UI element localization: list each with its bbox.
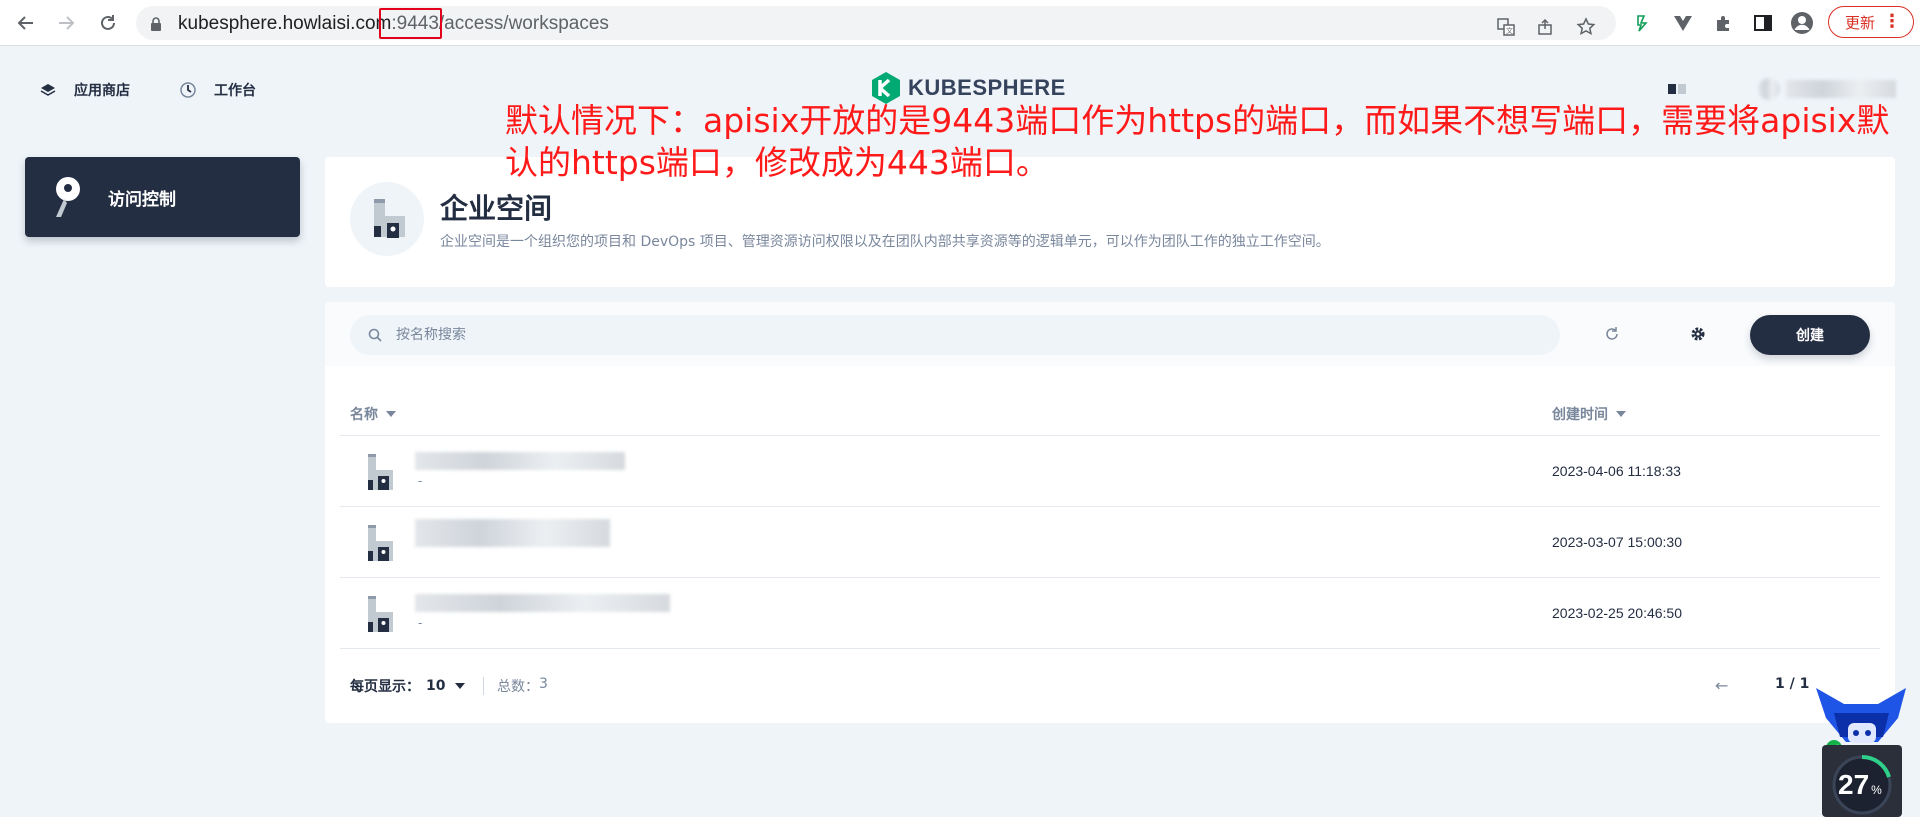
percent-value: 27 [1838,769,1870,800]
page-size-label: 每页显示： [350,679,420,695]
search-box[interactable] [350,315,1560,355]
total-count: 总数： 3 [497,676,548,696]
avatar[interactable] [1758,78,1780,100]
total-value: 3 [539,676,548,692]
sort-caret-icon[interactable] [386,411,396,417]
page-size-value[interactable]: 10 [426,678,445,694]
forward-button[interactable] [54,11,78,35]
search-input[interactable] [396,327,1496,343]
create-button[interactable]: 创建 [1750,315,1870,355]
nav-app-store-label: 应用商店 [74,83,130,99]
created-time: 2023-04-06 11:18:33 [1552,463,1681,479]
total-label: 总数： [497,679,539,695]
workspace-icon [368,454,393,490]
column-name-label: 名称 [350,407,378,423]
extension-vue-icon[interactable] [1671,11,1695,35]
percent-unit: % [1871,783,1882,797]
prev-page-button[interactable]: ← [1715,676,1728,695]
refresh-icon[interactable] [1601,323,1623,345]
page-title: 企业空间 [440,192,553,225]
table-toolbar: 创建 [325,302,1895,366]
workspace-name-blurred[interactable] [415,452,625,470]
key-icon [50,175,86,219]
workspace-name-blurred[interactable] [415,519,610,547]
workspace-icon [350,182,424,256]
created-time: 2023-03-07 15:00:30 [1552,534,1682,550]
annotation-text: 默认情况下：apisix开放的是9443端口作为https的端口，而如果不想写端… [505,101,1890,182]
reload-button[interactable] [96,11,120,35]
update-label: 更新 [1845,13,1876,32]
workspace-icon [368,596,393,632]
back-button[interactable] [14,11,38,35]
username-blurred[interactable] [1786,80,1896,98]
side-panel-icon[interactable] [1751,11,1775,35]
table-row[interactable]: - 2023-04-06 11:18:33 [340,436,1880,507]
search-icon [368,328,382,342]
nav-workbench[interactable]: 工作台 [180,80,256,100]
notification-icon[interactable] [1668,82,1688,96]
reload-icon [101,15,115,30]
created-time: 2023-02-25 20:46:50 [1552,605,1682,621]
workspace-icon [368,525,393,561]
profile-avatar-icon[interactable] [1790,11,1814,35]
table-row[interactable]: - 2023-02-25 20:46:50 [340,578,1880,649]
column-created-time-label: 创建时间 [1552,407,1608,423]
pagination-bar: 每页显示： 10 总数： 3 ← 1 / 1 [325,652,1895,723]
share-icon[interactable] [1534,15,1558,39]
url-host: kubesphere.howlaisi.com [178,13,392,34]
sort-caret-icon[interactable] [1616,411,1626,417]
url-path: /access/workspaces [438,13,609,34]
sidebar-item-label: 访问控制 [108,189,176,210]
column-created-time[interactable]: 创建时间 [1552,404,1626,424]
extension-green-icon[interactable] [1631,11,1655,35]
lock-icon[interactable] [150,16,162,35]
gear-icon[interactable] [1687,323,1709,345]
puzzle-icon[interactable] [1711,11,1735,35]
chevron-down-icon[interactable] [455,683,466,689]
logo-text: KUBESPHERE [908,75,1066,100]
translate-icon[interactable]: 文 [1494,15,1518,39]
table-row[interactable]: 2023-03-07 15:00:30 [340,507,1880,578]
forward-arrow-icon [59,16,75,30]
layers-icon [40,83,56,97]
divider [483,677,484,695]
floating-monitor-widget[interactable]: 27 % [1812,683,1911,817]
update-button[interactable]: 更新 ⋮ [1828,6,1914,38]
page-indicator: 1 / 1 [1775,676,1810,692]
browser-toolbar: kubesphere.howlaisi.com:9443/access/work… [0,0,1920,46]
workspace-description: - [418,474,423,488]
url-port-highlight [379,8,442,39]
workspace-table-card: 创建 名称 创建时间 - 2023-04-06 11:18:33 2023-03… [325,302,1895,723]
dashboard-icon [180,82,196,98]
workspace-name-blurred[interactable] [415,594,670,612]
table-header: 名称 创建时间 [340,392,1880,436]
nav-app-store[interactable]: 应用商店 [40,80,130,100]
sidebar-item-access-control[interactable]: 访问控制 [25,157,300,237]
page-size-select[interactable]: 每页显示： 10 [350,676,466,696]
column-name[interactable]: 名称 [350,404,396,424]
workspace-description: - [418,616,423,630]
svg-text:文: 文 [1506,26,1513,35]
percent-readout: 27 % [1838,769,1882,801]
bookmark-star-icon[interactable] [1574,15,1598,39]
menu-dots-icon[interactable]: ⋮ [1883,13,1901,31]
address-bar[interactable]: kubesphere.howlaisi.com:9443/access/work… [136,6,1616,40]
nav-workbench-label: 工作台 [214,83,256,99]
page-description: 企业空间是一个组织您的项目和 DevOps 项目、管理资源访问权限以及在团队内部… [440,234,1330,250]
back-arrow-icon [17,16,33,30]
